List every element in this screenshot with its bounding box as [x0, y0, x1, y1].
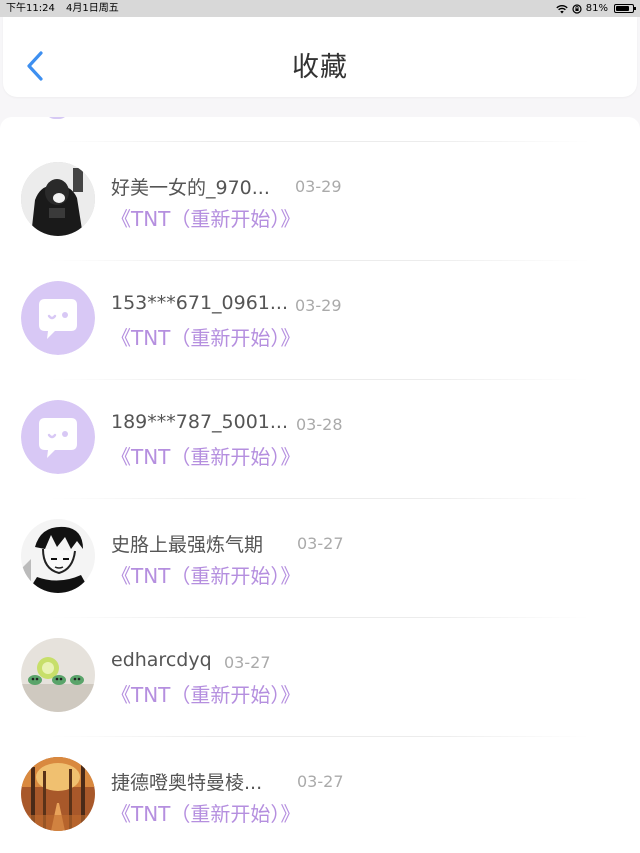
- list-item[interactable]: 153***671_0961... 03-29 《TNT（重新开始）》: [0, 236, 640, 355]
- battery-icon: [614, 4, 636, 13]
- user-name: 捷德噔奥特曼棱...: [111, 772, 263, 794]
- battery-fill: [616, 6, 629, 11]
- list-item[interactable]: 史胳上最强炼气期 03-27 《TNT（重新开始）》: [0, 474, 640, 593]
- favorite-date: 03-27: [297, 534, 344, 553]
- default-chat-avatar-icon: [21, 400, 95, 474]
- work-title-link[interactable]: 《TNT（重新开始）》: [111, 560, 300, 589]
- user-name: 153***671_0961...: [111, 292, 289, 314]
- battery-percent: 81%: [585, 3, 608, 14]
- favorite-date: 03-29: [295, 296, 342, 315]
- rotation-lock-icon: [572, 3, 582, 14]
- default-chat-avatar-icon: [21, 281, 95, 355]
- list-item[interactable]: 好美一女的_970... 03-29 《TNT（重新开始）》: [0, 117, 640, 236]
- list-item[interactable]: 189***787_5001... 03-28 《TNT（重新开始）》: [0, 355, 640, 474]
- work-title-link[interactable]: 《TNT（重新开始）》: [111, 679, 300, 708]
- status-date: 4月1日周五: [66, 3, 119, 14]
- favorite-date: 03-27: [224, 653, 271, 672]
- favorite-date: 03-27: [297, 772, 344, 791]
- list-item[interactable]: 捷德噔奥特曼棱... 03-27 《TNT（重新开始）》: [0, 712, 640, 831]
- work-title-link[interactable]: 《TNT（重新开始）》: [111, 322, 300, 351]
- favorite-date: 03-29: [295, 177, 342, 196]
- favorite-date: 03-28: [296, 415, 343, 434]
- user-avatar: [21, 519, 95, 593]
- user-name: 189***787_5001...: [111, 411, 289, 433]
- status-time: 下午11:24: [6, 3, 55, 14]
- user-name: 史胳上最强炼气期: [111, 534, 264, 556]
- work-title-link[interactable]: 《TNT（重新开始）》: [111, 798, 300, 827]
- page-title: 收藏: [292, 52, 348, 83]
- status-bar: 下午11:24 4月1日周五 81%: [0, 0, 640, 17]
- user-avatar: [21, 757, 95, 831]
- favorites-list: 好美一女的_970... 03-29 《TNT（重新开始）》 153***671…: [0, 117, 640, 853]
- user-name: 好美一女的_970...: [111, 177, 270, 199]
- work-title-link[interactable]: 《TNT（重新开始）》: [111, 441, 300, 470]
- navigation-header: 收藏: [3, 17, 637, 97]
- user-avatar: [21, 638, 95, 712]
- user-name: edharcdyq: [111, 649, 212, 671]
- wifi-icon: [556, 4, 568, 13]
- user-avatar: [21, 162, 95, 236]
- list-item[interactable]: edharcdyq 03-27 《TNT（重新开始）》: [0, 593, 640, 712]
- work-title-link[interactable]: 《TNT（重新开始）》: [111, 203, 300, 232]
